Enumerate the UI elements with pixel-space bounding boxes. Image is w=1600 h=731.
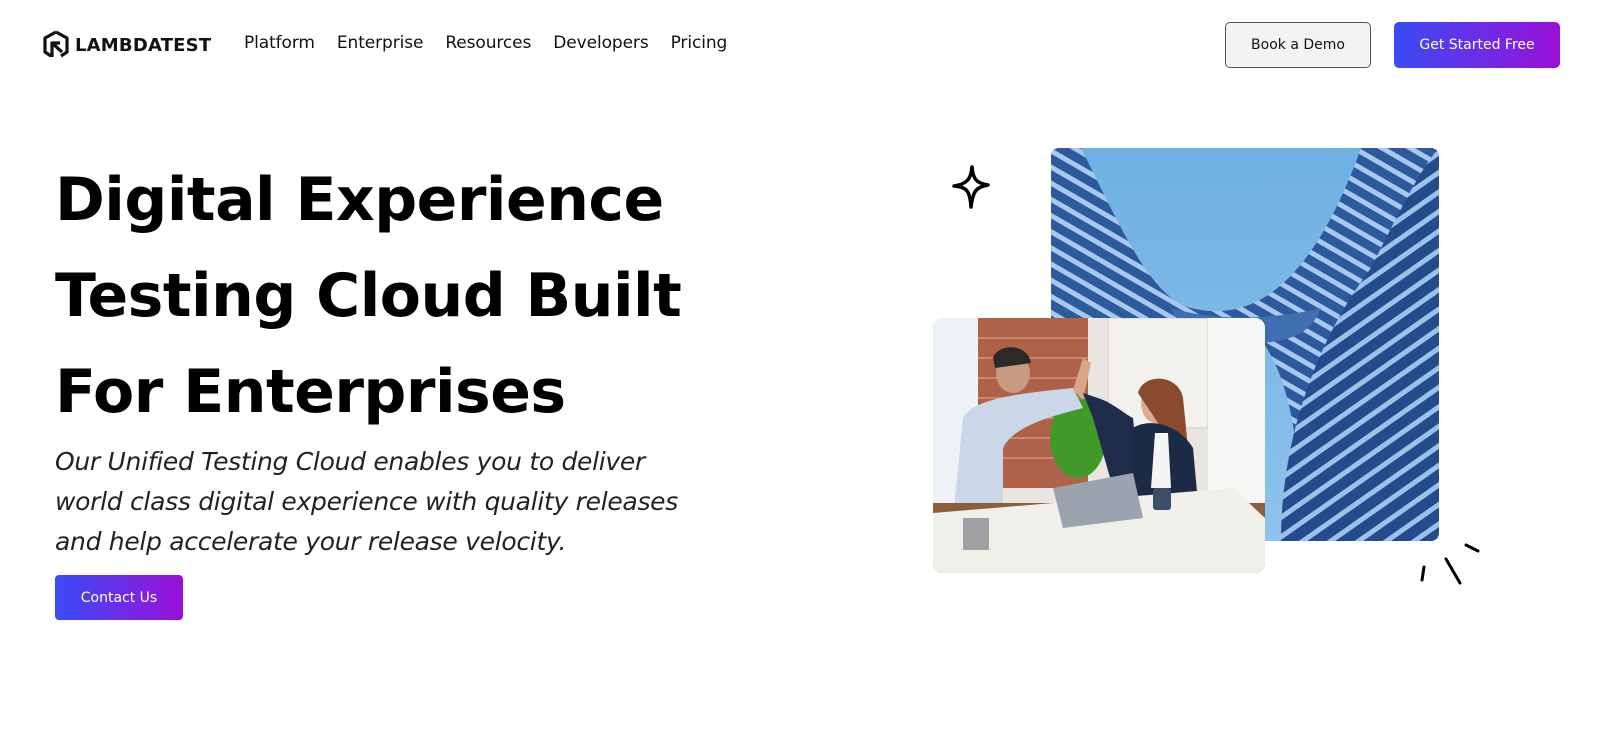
hero-title: Digital Experience Testing Cloud Built F…: [55, 152, 815, 440]
nav-item-platform[interactable]: Platform: [244, 33, 315, 53]
accent-lines-icon: [1420, 543, 1480, 585]
get-started-free-button[interactable]: Get Started Free: [1394, 22, 1560, 68]
nav-item-pricing[interactable]: Pricing: [671, 33, 728, 53]
office-high-five-image: [933, 318, 1265, 573]
sparkle-icon: [952, 165, 990, 209]
hero-title-line: Testing Cloud Built: [55, 261, 682, 331]
hero-subtitle: Our Unified Testing Cloud enables you to…: [55, 442, 775, 562]
hero-title-line: For Enterprises: [55, 357, 566, 427]
contact-us-button[interactable]: Contact Us: [55, 575, 183, 620]
hero-title-line: Digital Experience: [55, 165, 664, 235]
logo-link[interactable]: LAMBDATEST: [43, 30, 211, 60]
hero-subtitle-line: world class digital experience with qual…: [55, 487, 678, 516]
logo-text: LAMBDATEST: [75, 34, 212, 56]
site-header: LAMBDATEST Platform Enterprise Resources…: [0, 0, 1600, 90]
nav-item-enterprise[interactable]: Enterprise: [337, 33, 424, 53]
main-nav: Platform Enterprise Resources Developers…: [244, 33, 727, 53]
nav-item-developers[interactable]: Developers: [553, 33, 648, 53]
hero-subtitle-line: Our Unified Testing Cloud enables you to…: [55, 447, 645, 476]
lambdatest-logo-icon: [43, 30, 69, 58]
nav-item-resources[interactable]: Resources: [445, 33, 531, 53]
hero-subtitle-line: and help accelerate your release velocit…: [55, 527, 567, 556]
book-demo-button[interactable]: Book a Demo: [1225, 22, 1371, 68]
